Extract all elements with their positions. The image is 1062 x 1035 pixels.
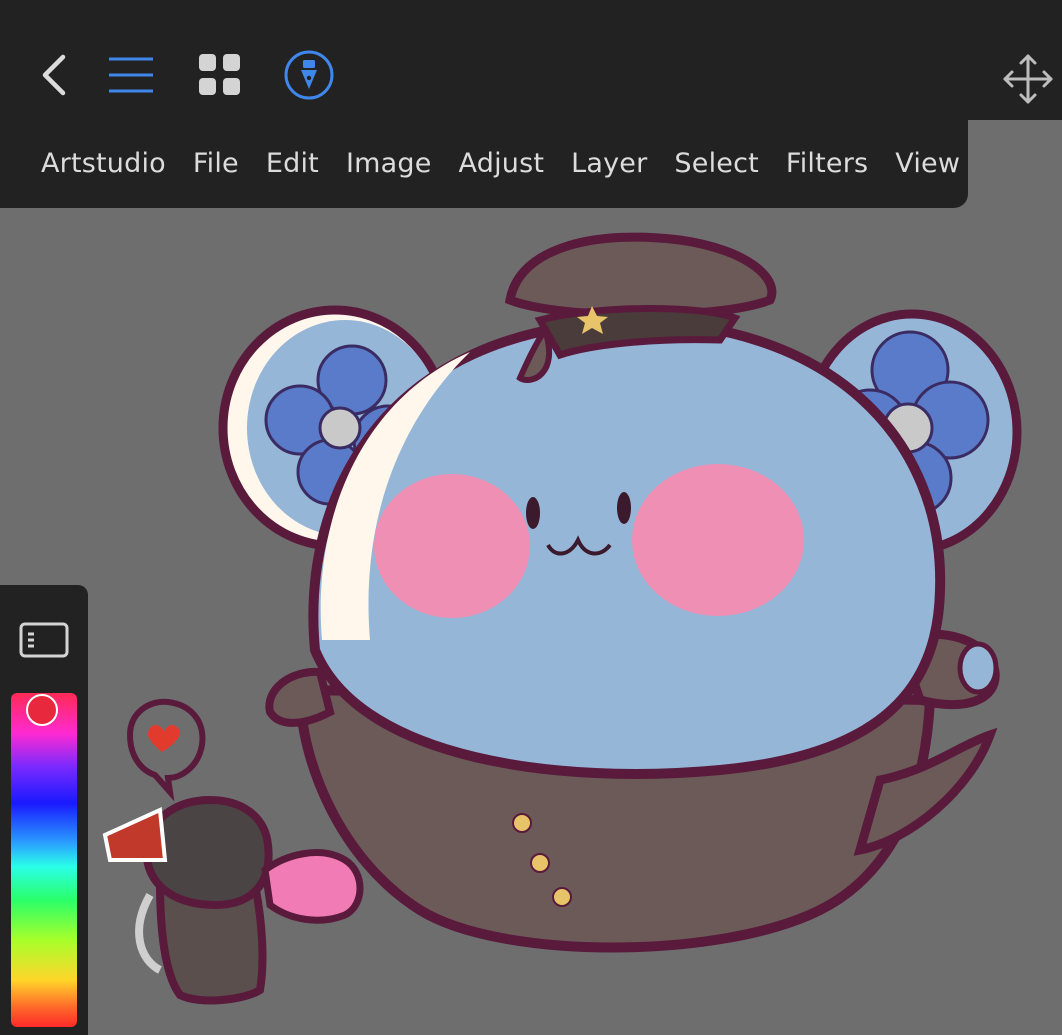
back-button[interactable] xyxy=(36,44,72,106)
chevron-left-icon xyxy=(42,54,66,96)
panel-toggle-button[interactable] xyxy=(19,621,69,659)
hue-slider[interactable] xyxy=(11,693,77,1027)
menu-image[interactable]: Image xyxy=(346,148,432,179)
top-toolbar xyxy=(0,0,1062,120)
gallery-grid-button[interactable] xyxy=(196,44,244,106)
brush-tool-button[interactable] xyxy=(282,44,336,106)
move-tool-button[interactable] xyxy=(1000,48,1056,110)
menu-filters[interactable]: Filters xyxy=(786,148,868,179)
menu-list: Artstudio File Edit Image Adjust Layer S… xyxy=(0,118,987,208)
menu-select[interactable]: Select xyxy=(674,148,759,179)
menu-adjust[interactable]: Adjust xyxy=(459,148,545,179)
menu-layer[interactable]: Layer xyxy=(571,148,647,179)
hue-slider-handle[interactable] xyxy=(26,694,58,726)
brush-tool-icon xyxy=(284,50,334,100)
artwork-big-mouse xyxy=(218,232,1022,953)
menu-edit[interactable]: Edit xyxy=(266,148,319,179)
panel-list-icon xyxy=(19,622,69,658)
move-arrows-icon xyxy=(1003,54,1053,104)
grid-icon xyxy=(199,54,240,95)
menu-view[interactable]: View xyxy=(895,148,960,179)
menu-file[interactable]: File xyxy=(193,148,239,179)
menu-artstudio[interactable]: Artstudio xyxy=(41,148,166,179)
hamburger-icon xyxy=(109,57,153,93)
main-menu-button[interactable] xyxy=(106,44,156,106)
